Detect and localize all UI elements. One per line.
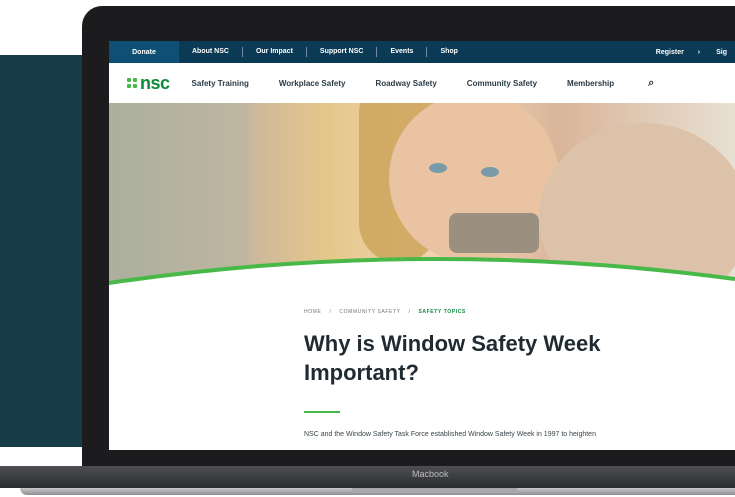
nav-item-safety-training[interactable]: Safety Training [192, 79, 249, 88]
article-intro: NSC and the Window Safety Task Force est… [304, 431, 596, 438]
topbar-link-support[interactable]: Support NSC [307, 47, 378, 57]
device-brand-label: Macbook [412, 469, 449, 479]
browser-screen: Donate About NSC Our Impact Support NSC … [109, 41, 735, 450]
breadcrumb-home[interactable]: HOME [304, 309, 321, 315]
nav-item-community-safety[interactable]: Community Safety [467, 79, 537, 88]
breadcrumb-community-safety[interactable]: COMMUNITY SAFETY [339, 309, 400, 315]
page-title: Why is Window Safety Week Important? [304, 331, 601, 385]
title-divider [304, 411, 340, 413]
nav-item-membership[interactable]: Membership [567, 79, 614, 88]
chevron-right-icon: › [697, 48, 701, 56]
register-label: Register [655, 48, 684, 56]
breadcrumb-separator: / [329, 309, 332, 315]
logo-text: nsc [140, 72, 170, 93]
topbar-link-impact[interactable]: Our Impact [243, 47, 307, 57]
topbar-link-about[interactable]: About NSC [179, 47, 243, 57]
breadcrumb-safety-topics[interactable]: SAFETY TOPICS [419, 309, 466, 315]
donate-button[interactable]: Donate [109, 41, 179, 63]
search-icon[interactable]: ⌕ [648, 77, 654, 90]
main-nav: nsc Safety Training Workplace Safety Roa… [109, 63, 735, 103]
hero-curve-divider [109, 256, 735, 311]
logo-dots-icon [127, 78, 137, 88]
laptop-base: Macbook [0, 464, 735, 497]
background-panel [0, 55, 95, 447]
register-link[interactable]: Register › [640, 49, 708, 56]
nsc-logo[interactable]: nsc [127, 73, 170, 94]
account-links: Register › Sig [640, 49, 735, 56]
topbar-link-events[interactable]: Events [377, 47, 428, 57]
article-content: HOME / COMMUNITY SAFETY / SAFETY TOPICS … [304, 309, 724, 438]
signin-link[interactable]: Sig [708, 49, 735, 56]
laptop-notch [352, 488, 517, 493]
nav-item-roadway-safety[interactable]: Roadway Safety [375, 79, 436, 88]
topbar-link-shop[interactable]: Shop [427, 47, 471, 57]
nav-item-workplace-safety[interactable]: Workplace Safety [279, 79, 346, 88]
breadcrumb-separator: / [408, 309, 411, 315]
breadcrumb: HOME / COMMUNITY SAFETY / SAFETY TOPICS [304, 309, 724, 315]
utility-bar: Donate About NSC Our Impact Support NSC … [109, 41, 735, 63]
